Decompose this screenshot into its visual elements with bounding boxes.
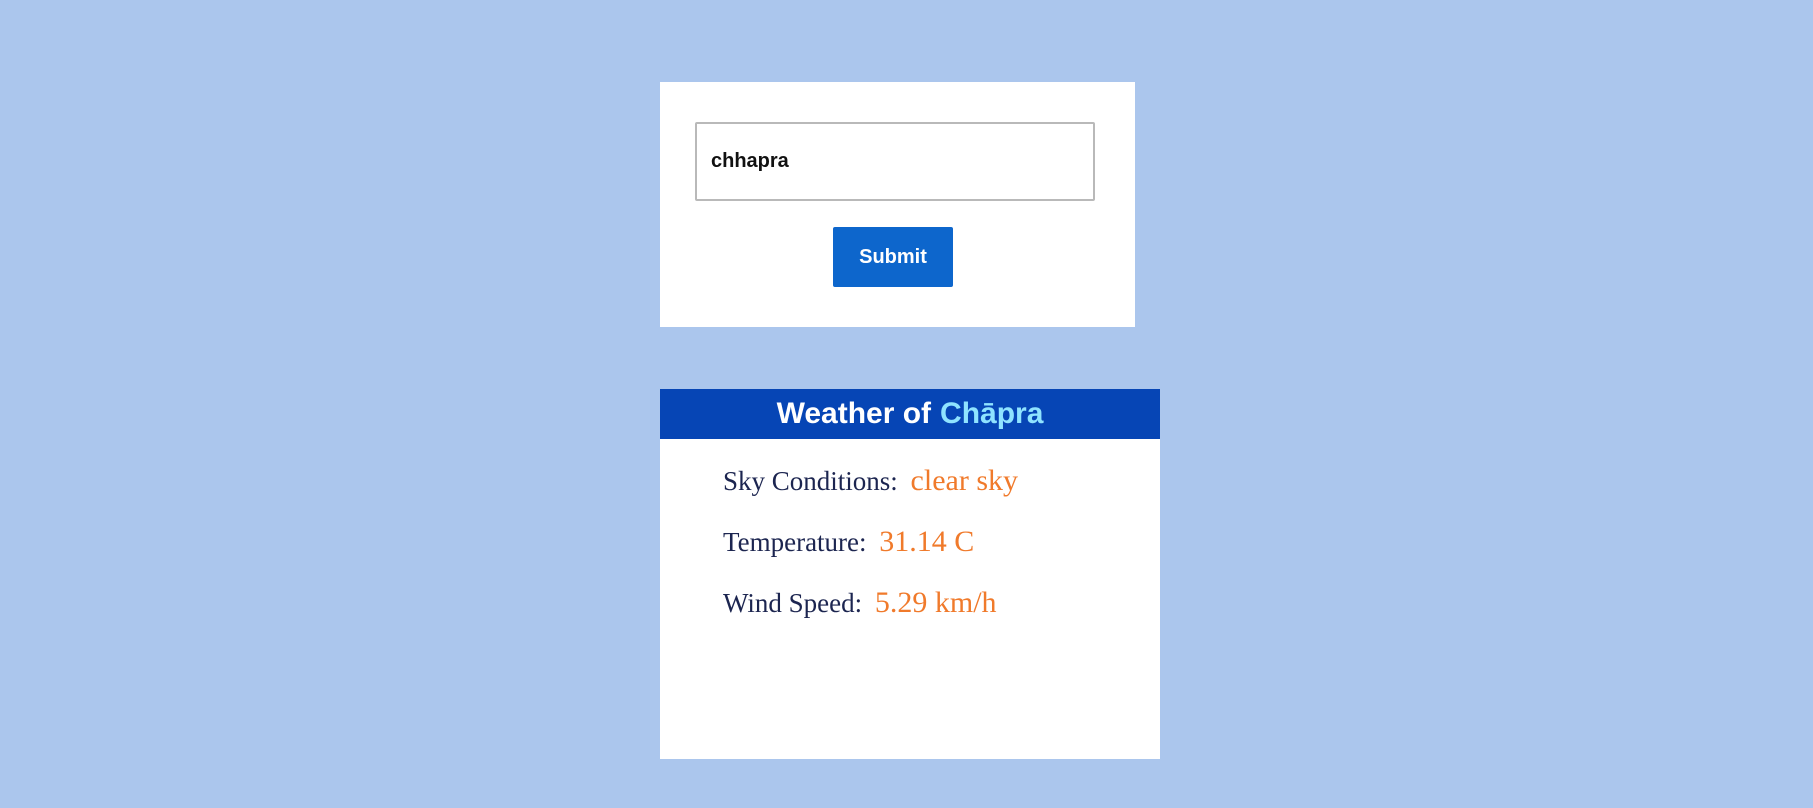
weather-title: Weather of xyxy=(776,397,932,430)
wind-speed-row: Wind Speed: 5.29 km/h xyxy=(723,583,1160,644)
temperature-row: Temperature: 31.14 C xyxy=(723,522,1160,583)
temperature-value: 31.14 C xyxy=(879,525,975,558)
weather-city-name: Chāpra xyxy=(940,397,1044,430)
submit-button[interactable]: Submit xyxy=(833,227,953,287)
sky-conditions-value: clear sky xyxy=(910,464,1018,497)
city-search-input[interactable] xyxy=(695,122,1095,201)
temperature-label: Temperature: xyxy=(723,527,867,557)
weather-header: Weather of Chāpra xyxy=(660,389,1160,439)
weather-details: Sky Conditions: clear sky Temperature: 3… xyxy=(660,439,1160,644)
weather-card: Weather of Chāpra Sky Conditions: clear … xyxy=(660,389,1160,759)
wind-speed-value: 5.29 km/h xyxy=(874,586,997,619)
search-card: Submit xyxy=(660,82,1135,327)
sky-conditions-row: Sky Conditions: clear sky xyxy=(723,461,1160,522)
wind-speed-label: Wind Speed: xyxy=(723,588,863,618)
sky-conditions-label: Sky Conditions: xyxy=(723,466,898,496)
